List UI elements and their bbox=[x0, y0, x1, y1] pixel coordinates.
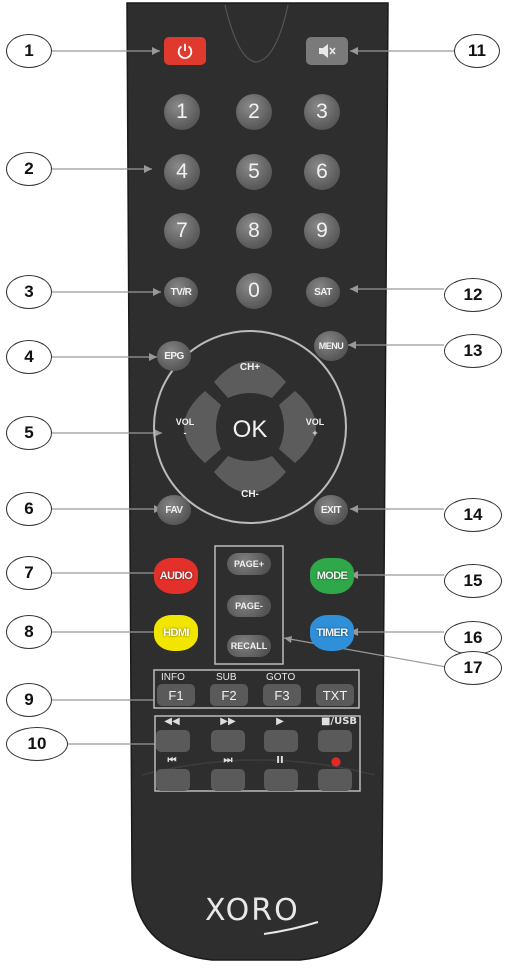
f1-button[interactable]: F1 bbox=[157, 684, 195, 706]
sat-button[interactable]: SAT bbox=[306, 277, 340, 307]
callout-5: 5 bbox=[6, 416, 52, 450]
mute-icon bbox=[319, 44, 336, 58]
remote-diagram: 1 2 3 4 5 6 7 8 9 10 11 12 13 14 15 16 1… bbox=[0, 0, 506, 973]
vol-up-button[interactable]: VOL + bbox=[300, 414, 330, 442]
play-icon: ▶ bbox=[276, 716, 284, 727]
page-up-button[interactable]: PAGE+ bbox=[227, 553, 271, 575]
record-button[interactable] bbox=[318, 769, 352, 791]
fast-forward-button[interactable] bbox=[211, 730, 245, 752]
power-icon bbox=[177, 43, 193, 59]
ch-up-button[interactable]: CH+ bbox=[230, 356, 270, 378]
digit-5-button[interactable]: 5 bbox=[236, 154, 272, 190]
digit-8-button[interactable]: 8 bbox=[236, 213, 272, 249]
recall-button[interactable]: RECALL bbox=[227, 635, 271, 657]
next-button[interactable] bbox=[211, 769, 245, 791]
rewind-button[interactable] bbox=[156, 730, 190, 752]
digit-2-button[interactable]: 2 bbox=[236, 94, 272, 130]
ok-button[interactable]: OK bbox=[226, 410, 274, 450]
callout-4: 4 bbox=[6, 340, 52, 374]
timer-button[interactable]: TIMER bbox=[310, 615, 354, 651]
callout-15: 15 bbox=[444, 564, 502, 598]
stop-usb-icon: ■/USB bbox=[320, 716, 358, 727]
goto-label: GOTO bbox=[266, 672, 296, 683]
callout-17: 17 bbox=[444, 651, 502, 685]
menu-button[interactable]: MENU bbox=[314, 331, 348, 361]
pause-button[interactable] bbox=[264, 769, 298, 791]
callout-2: 2 bbox=[6, 152, 52, 186]
callout-16: 16 bbox=[444, 621, 502, 655]
previous-icon: ⏮ bbox=[167, 755, 177, 766]
digit-0-button[interactable]: 0 bbox=[236, 273, 272, 309]
sub-label: SUB bbox=[216, 672, 237, 683]
callout-6: 6 bbox=[6, 492, 52, 526]
digit-6-button[interactable]: 6 bbox=[304, 154, 340, 190]
digit-9-button[interactable]: 9 bbox=[304, 213, 340, 249]
callout-7: 7 bbox=[6, 556, 52, 590]
digit-1-button[interactable]: 1 bbox=[164, 94, 200, 130]
digit-7-button[interactable]: 7 bbox=[164, 213, 200, 249]
ch-down-button[interactable]: CH- bbox=[230, 483, 270, 505]
info-label: INFO bbox=[161, 672, 185, 683]
stop-usb-button[interactable] bbox=[318, 730, 352, 752]
fav-button[interactable]: FAV bbox=[157, 495, 191, 525]
callout-10: 10 bbox=[6, 727, 68, 761]
mute-button[interactable] bbox=[306, 37, 348, 65]
callout-11: 11 bbox=[454, 34, 500, 68]
callout-9: 9 bbox=[6, 683, 52, 717]
digit-4-button[interactable]: 4 bbox=[164, 154, 200, 190]
fast-forward-icon: ▶▶ bbox=[220, 716, 236, 727]
play-button[interactable] bbox=[264, 730, 298, 752]
callout-3: 3 bbox=[6, 275, 52, 309]
epg-button[interactable]: EPG bbox=[157, 341, 191, 371]
f2-button[interactable]: F2 bbox=[210, 684, 248, 706]
f3-button[interactable]: F3 bbox=[263, 684, 301, 706]
exit-button[interactable]: EXIT bbox=[314, 495, 348, 525]
digit-3-button[interactable]: 3 bbox=[304, 94, 340, 130]
hdmi-button[interactable]: HDMI bbox=[154, 615, 198, 651]
pause-icon: II bbox=[276, 755, 284, 766]
power-button[interactable] bbox=[164, 37, 206, 65]
next-icon: ⏭ bbox=[223, 755, 233, 766]
previous-button[interactable] bbox=[156, 769, 190, 791]
mode-button[interactable]: MODE bbox=[310, 558, 354, 594]
callout-13: 13 bbox=[444, 334, 502, 368]
callout-1: 1 bbox=[6, 34, 52, 68]
callout-12: 12 bbox=[444, 278, 502, 312]
txt-button[interactable]: TXT bbox=[316, 684, 354, 706]
tvr-button[interactable]: TV/R bbox=[164, 277, 198, 307]
rewind-icon: ◀◀ bbox=[164, 716, 180, 727]
callout-8: 8 bbox=[6, 615, 52, 649]
brand-swoosh bbox=[263, 921, 319, 935]
audio-button[interactable]: AUDIO bbox=[154, 558, 198, 594]
callout-14: 14 bbox=[444, 498, 502, 532]
record-icon: ● bbox=[330, 754, 342, 768]
vol-down-button[interactable]: VOL - bbox=[170, 414, 200, 442]
page-down-button[interactable]: PAGE- bbox=[227, 595, 271, 617]
